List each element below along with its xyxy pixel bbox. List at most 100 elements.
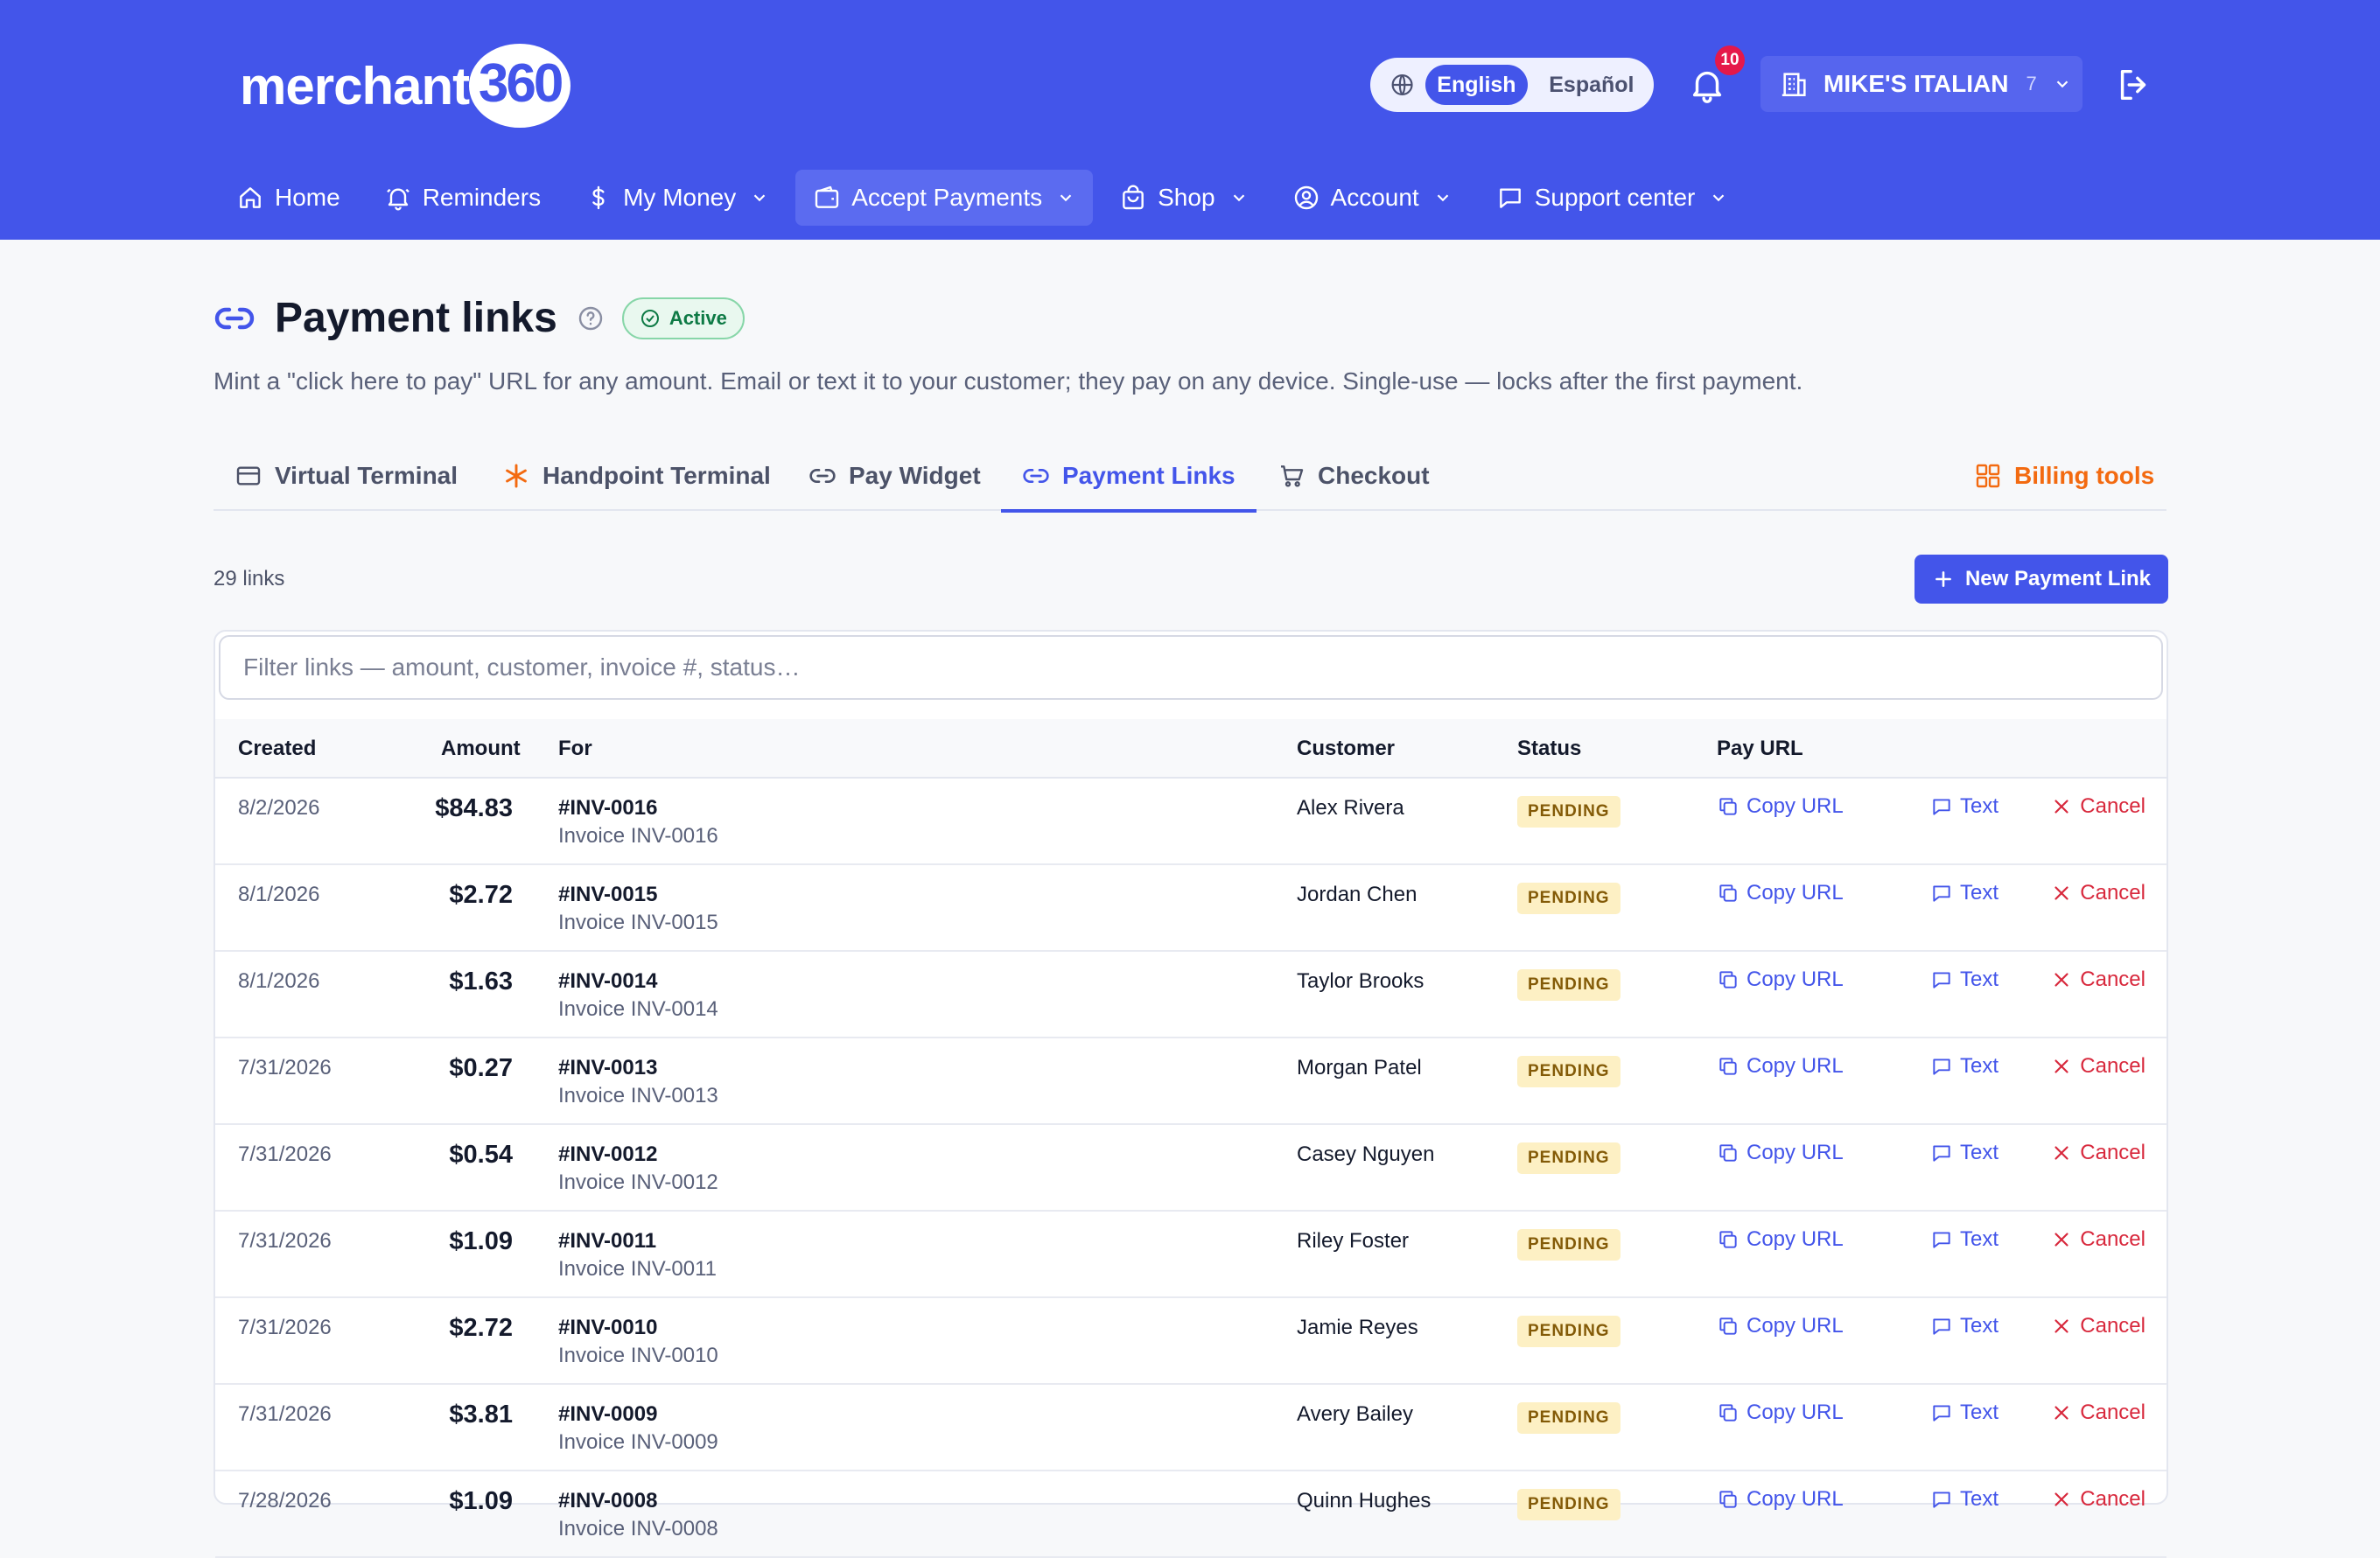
copy-url-button[interactable]: Copy URL [1717, 1487, 1844, 1512]
nav-reminders-label: Reminders [422, 184, 542, 211]
user-circle-icon [1294, 185, 1318, 210]
text-label: Text [1960, 1314, 1999, 1338]
merchant-selector[interactable]: MIKE'S ITALIAN 7 [1760, 56, 2082, 112]
amount: $84.83 [435, 794, 513, 822]
invoice-number: #INV-0012 [558, 1142, 658, 1166]
message-icon [1933, 1145, 1950, 1162]
text-button[interactable]: Text [1930, 1314, 1998, 1338]
close-icon [2054, 800, 2068, 814]
invoice-number: #INV-0009 [558, 1402, 658, 1426]
header-pay-url[interactable]: Pay URL [1717, 719, 1803, 779]
status-badge: PENDING [1517, 796, 1620, 828]
cancel-label: Cancel [2080, 968, 2146, 991]
copy-url-label: Copy URL [1746, 1314, 1844, 1338]
created-date: 7/28/2026 [238, 1489, 332, 1513]
tab-payment-links[interactable]: Payment Links [1001, 441, 1256, 513]
nav-reminders[interactable]: Reminders [367, 170, 558, 226]
text-button[interactable]: Text [1930, 881, 1998, 905]
cancel-link-button[interactable]: Cancel [2050, 881, 2146, 905]
status-badge: PENDING [1517, 1229, 1620, 1261]
status-badge: PENDING [1517, 969, 1620, 1001]
tab-payment-links-label: Payment Links [1062, 462, 1236, 489]
wallet-icon [816, 185, 839, 208]
new-payment-link-button[interactable]: New Payment Link [1914, 555, 2168, 604]
cancel-link-button[interactable]: Cancel [2050, 1401, 2146, 1425]
invoice-number: #INV-0010 [558, 1316, 658, 1339]
nav-shop[interactable]: Shop [1102, 170, 1265, 226]
links-count: 29 links [214, 567, 285, 590]
copy-url-button[interactable]: Copy URL [1717, 1054, 1844, 1079]
message-icon [1933, 799, 1950, 815]
text-label: Text [1960, 1227, 1999, 1251]
invoice-description: Invoice INV-0012 [558, 1170, 718, 1194]
text-button[interactable]: Text [1930, 1054, 1998, 1079]
cancel-link-button[interactable]: Cancel [2050, 794, 2146, 819]
check-circle-icon [640, 309, 659, 327]
cancel-link-button[interactable]: Cancel [2050, 1227, 2146, 1252]
close-icon [2054, 1406, 2068, 1420]
nav-support-center[interactable]: Support center [1479, 170, 1746, 226]
copy-url-button[interactable]: Copy URL [1717, 1141, 1844, 1165]
text-button[interactable]: Text [1930, 1401, 1998, 1425]
created-date: 7/31/2026 [238, 1402, 332, 1426]
language-english[interactable]: English [1425, 65, 1528, 105]
tab-pay-widget[interactable]: Pay Widget [808, 441, 981, 511]
cancel-link-button[interactable]: Cancel [2050, 1487, 2146, 1512]
cancel-label: Cancel [2080, 1487, 2146, 1511]
copy-url-button[interactable]: Copy URL [1717, 881, 1844, 905]
nav-home[interactable]: Home [219, 170, 358, 226]
link-icon [214, 307, 255, 329]
amount: $1.63 [449, 968, 513, 996]
cancel-link-button[interactable]: Cancel [2050, 968, 2146, 992]
billing-tools-label: Billing tools [2014, 462, 2155, 489]
tab-virtual-terminal[interactable]: Virtual Terminal [234, 441, 458, 511]
text-label: Text [1960, 1054, 1999, 1078]
tab-checkout[interactable]: Checkout [1278, 441, 1430, 511]
nav-accept-payments[interactable]: Accept Payments [795, 170, 1094, 226]
header-customer[interactable]: Customer [1297, 719, 1395, 779]
nav-home-label: Home [275, 184, 340, 211]
copy-url-label: Copy URL [1746, 1487, 1844, 1511]
language-spanish[interactable]: Español [1536, 65, 1647, 105]
invoice-description: Invoice INV-0014 [558, 997, 718, 1021]
copy-url-button[interactable]: Copy URL [1717, 1401, 1844, 1425]
text-button[interactable]: Text [1930, 1141, 1998, 1165]
billing-tools-link[interactable]: Billing tools [1974, 441, 2154, 511]
amount: $0.54 [449, 1141, 513, 1169]
header-status[interactable]: Status [1517, 719, 1581, 779]
close-icon [2054, 1146, 2068, 1160]
cancel-link-button[interactable]: Cancel [2050, 1141, 2146, 1165]
copy-url-label: Copy URL [1746, 1401, 1844, 1424]
header-for[interactable]: For [558, 719, 592, 779]
copy-url-label: Copy URL [1746, 1054, 1844, 1078]
copy-url-button[interactable]: Copy URL [1717, 794, 1844, 819]
copy-url-button[interactable]: Copy URL [1717, 1227, 1844, 1252]
merchant360-logo[interactable]: merchant 360 [240, 33, 574, 138]
tab-handpoint-terminal[interactable]: Handpoint Terminal [502, 441, 771, 511]
copy-url-button[interactable]: Copy URL [1717, 968, 1844, 992]
nav-my-money[interactable]: My Money [567, 170, 787, 226]
chevron-down-icon [753, 194, 766, 202]
dollar-icon [592, 185, 605, 210]
table-row: 7/31/2026 $0.54 #INV-0012 Invoice INV-00… [215, 1125, 2166, 1212]
chevron-down-icon [1060, 194, 1072, 202]
cancel-link-button[interactable]: Cancel [2050, 1314, 2146, 1338]
nav-account[interactable]: Account [1275, 170, 1470, 226]
logout-icon[interactable] [2114, 65, 2154, 105]
cancel-link-button[interactable]: Cancel [2050, 1054, 2146, 1079]
text-button[interactable]: Text [1930, 1227, 1998, 1252]
text-button[interactable]: Text [1930, 1487, 1998, 1512]
copy-url-button[interactable]: Copy URL [1717, 1314, 1844, 1338]
message-icon [1933, 885, 1950, 902]
nav-shop-label: Shop [1158, 184, 1215, 211]
filter-input[interactable] [219, 635, 2163, 700]
header-created[interactable]: Created [238, 719, 316, 779]
help-icon[interactable] [577, 304, 605, 332]
header-amount[interactable]: Amount [441, 719, 521, 779]
text-button[interactable]: Text [1930, 968, 1998, 992]
cancel-label: Cancel [2080, 1141, 2146, 1164]
chevron-down-icon [2056, 80, 2068, 88]
chevron-down-icon [1233, 194, 1244, 202]
cancel-label: Cancel [2080, 881, 2146, 905]
text-button[interactable]: Text [1930, 794, 1998, 819]
